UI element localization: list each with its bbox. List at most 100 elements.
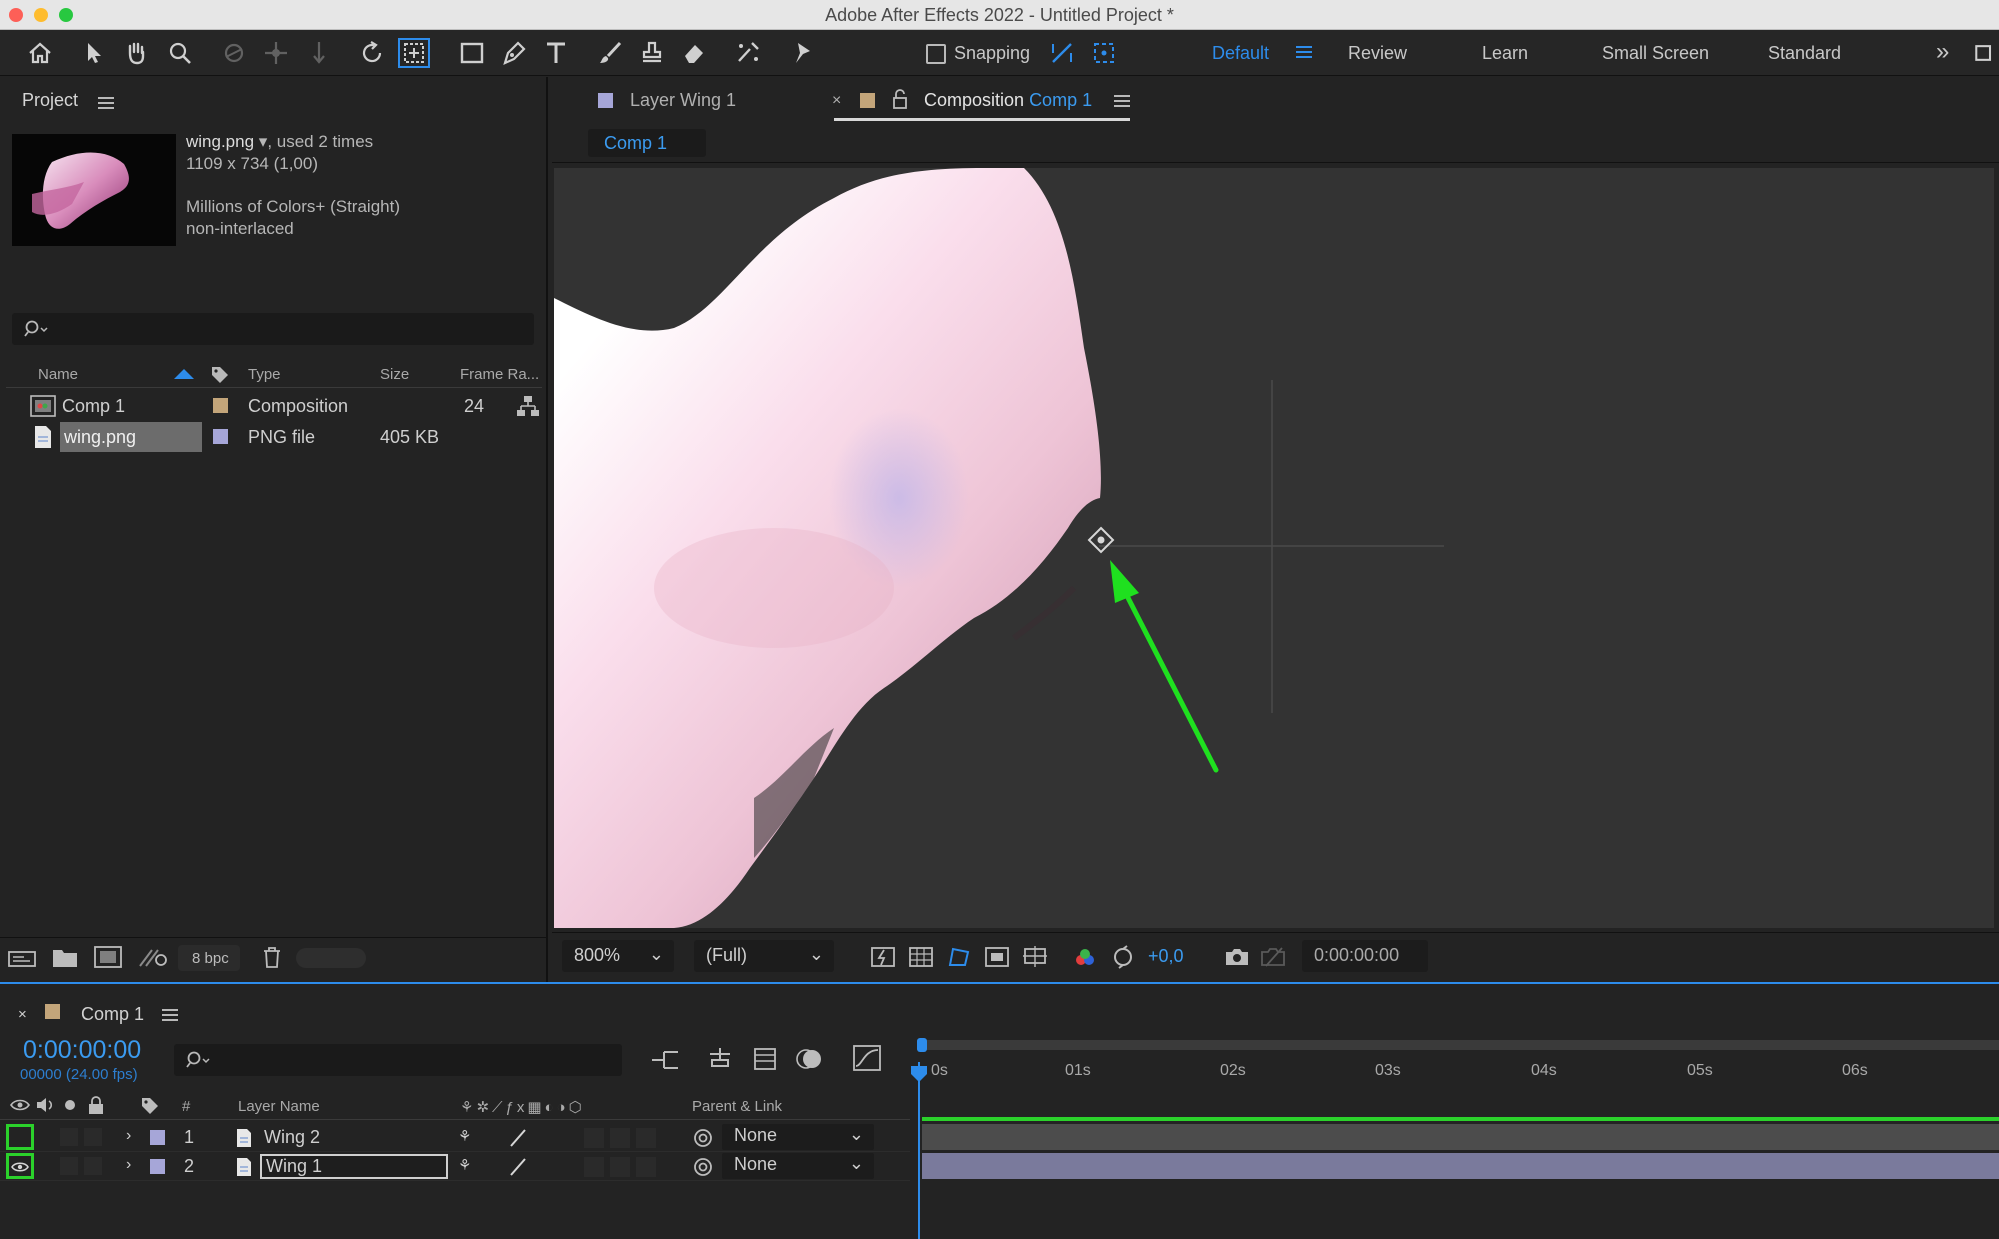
project-item-png[interactable]: wing.png PNG file 405 KB [6,422,516,452]
workspace-review[interactable]: Review [1348,43,1407,64]
parent-dropdown[interactable]: None ⌄ [722,1124,874,1150]
shy-layers-icon[interactable] [706,1046,734,1072]
rectangle-tool-icon[interactable] [456,38,488,68]
eye-icon[interactable] [10,1098,30,1112]
column-frame-rate[interactable]: Frame Ra... [460,366,539,383]
label-color-swatch[interactable] [213,398,228,413]
tab-layer-wing-1[interactable]: Layer Wing 1 [630,90,736,111]
tab-composition-comp-1[interactable]: Composition Comp 1 [924,90,1092,111]
column-size[interactable]: Size [380,366,409,383]
fast-previews-icon[interactable] [870,945,896,969]
layer-bar-wing-1[interactable] [922,1153,1999,1179]
expand-chevron-icon[interactable]: › [126,1127,131,1145]
exposure-value[interactable]: +0,0 [1148,946,1184,967]
lock-switch[interactable] [84,1157,102,1175]
grid-guides-icon[interactable] [1022,945,1048,969]
layer-label-swatch[interactable] [150,1130,165,1145]
shy-switch-icon[interactable]: ⚘ [458,1127,471,1145]
column-type[interactable]: Type [248,366,281,383]
solo-switch[interactable] [60,1128,78,1146]
switch-cell[interactable] [610,1157,630,1177]
workspace-overflow-icon[interactable]: » [1936,38,1949,66]
timeline-tab-comp-1[interactable]: Comp 1 [81,1004,144,1025]
bit-depth-button[interactable]: 8 bpc [178,945,240,971]
lock-icon[interactable] [88,1096,104,1114]
visibility-toggle-layer-2[interactable] [6,1153,34,1179]
workspace-menu-icon[interactable] [1296,46,1312,58]
type-tool-icon[interactable] [540,38,572,68]
selection-tool-icon[interactable] [78,38,110,68]
lock-icon[interactable] [892,89,908,109]
column-layer-name[interactable]: Layer Name [238,1098,320,1115]
viewer-timecode[interactable]: 0:00:00:00 [1302,940,1428,972]
thumbnail-size-slider[interactable] [296,948,366,968]
mask-visibility-icon[interactable] [946,945,972,969]
viewer-menu-icon[interactable] [1114,95,1130,107]
layer-row-wing-2[interactable]: › 1 Wing 2 ⚘ None ⌄ [0,1124,910,1152]
motion-blur-icon[interactable] [796,1046,824,1072]
roto-brush-tool-icon[interactable] [732,38,764,68]
frame-blending-icon[interactable] [752,1046,778,1072]
workspace-default[interactable]: Default [1212,43,1269,64]
pick-whip-icon[interactable] [692,1127,714,1149]
show-snapshot-icon[interactable] [1260,945,1286,969]
composition-viewport[interactable] [554,168,1994,928]
composition-mini-flowchart-icon[interactable] [650,1048,680,1072]
eraser-tool-icon[interactable] [678,38,710,68]
playhead-line[interactable] [918,1062,920,1239]
lock-switch[interactable] [84,1128,102,1146]
hand-tool-icon[interactable] [120,38,152,68]
transparency-grid-icon[interactable] [908,945,934,969]
layer-name[interactable]: Wing 2 [264,1127,320,1148]
timeline-search-input[interactable] [174,1044,622,1076]
trash-icon[interactable] [262,946,282,968]
sort-ascending-icon[interactable] [174,369,194,379]
work-area-start-handle[interactable] [917,1038,927,1052]
project-settings-icon[interactable] [138,946,168,968]
workspace-learn[interactable]: Learn [1482,43,1528,64]
dolly-camera-icon[interactable] [303,38,335,68]
close-tab-icon[interactable]: × [832,92,841,110]
workspace-small-screen[interactable]: Small Screen [1602,43,1709,64]
work-area-bar[interactable] [917,1040,1999,1050]
column-parent-link[interactable]: Parent & Link [692,1098,782,1115]
snapshot-camera-icon[interactable] [1224,945,1250,969]
speaker-icon[interactable] [36,1097,56,1113]
project-search-input[interactable] [12,313,534,345]
home-icon[interactable] [24,38,56,68]
column-name[interactable]: Name [38,366,78,383]
switch-cell[interactable] [610,1128,630,1148]
switch-cell[interactable] [636,1128,656,1148]
magnification-dropdown[interactable]: 800% ⌄ [562,940,674,972]
switch-cell[interactable] [584,1128,604,1148]
region-of-interest-icon[interactable] [984,945,1010,969]
anchor-point-icon[interactable] [1087,526,1115,554]
new-folder-icon[interactable] [52,946,78,968]
flowchart-icon[interactable] [516,395,540,417]
switch-cell[interactable] [636,1157,656,1177]
visibility-toggle-layer-1[interactable] [6,1124,34,1150]
snap-features-icon[interactable] [1088,38,1120,68]
orbit-camera-icon[interactable] [218,38,250,68]
expand-chevron-icon[interactable]: › [126,1156,131,1174]
reset-exposure-icon[interactable] [1110,945,1136,969]
brush-tool-icon[interactable] [594,38,626,68]
rotation-tool-icon[interactable] [356,38,388,68]
snap-edges-icon[interactable] [1046,38,1078,68]
puppet-pin-tool-icon[interactable] [786,38,818,68]
asset-name[interactable]: wing.png [186,132,254,151]
playhead-marker[interactable] [911,1066,927,1082]
project-panel-title[interactable]: Project [22,90,78,111]
layer-name[interactable]: Wing 1 [266,1156,322,1177]
quality-switch-icon[interactable] [508,1157,528,1177]
pick-whip-icon[interactable] [692,1156,714,1178]
project-item-comp[interactable]: Comp 1 Composition 24 [6,391,539,421]
label-tag-icon[interactable] [210,365,230,385]
column-layer-number[interactable]: # [182,1098,190,1115]
zoom-tool-icon[interactable] [164,38,196,68]
comp-breadcrumb[interactable]: Comp 1 [588,129,706,157]
parent-dropdown[interactable]: None ⌄ [722,1153,874,1179]
project-panel-menu-icon[interactable] [98,97,114,109]
pan-camera-icon[interactable] [260,38,292,68]
layer-bar-wing-2[interactable] [922,1124,1999,1150]
